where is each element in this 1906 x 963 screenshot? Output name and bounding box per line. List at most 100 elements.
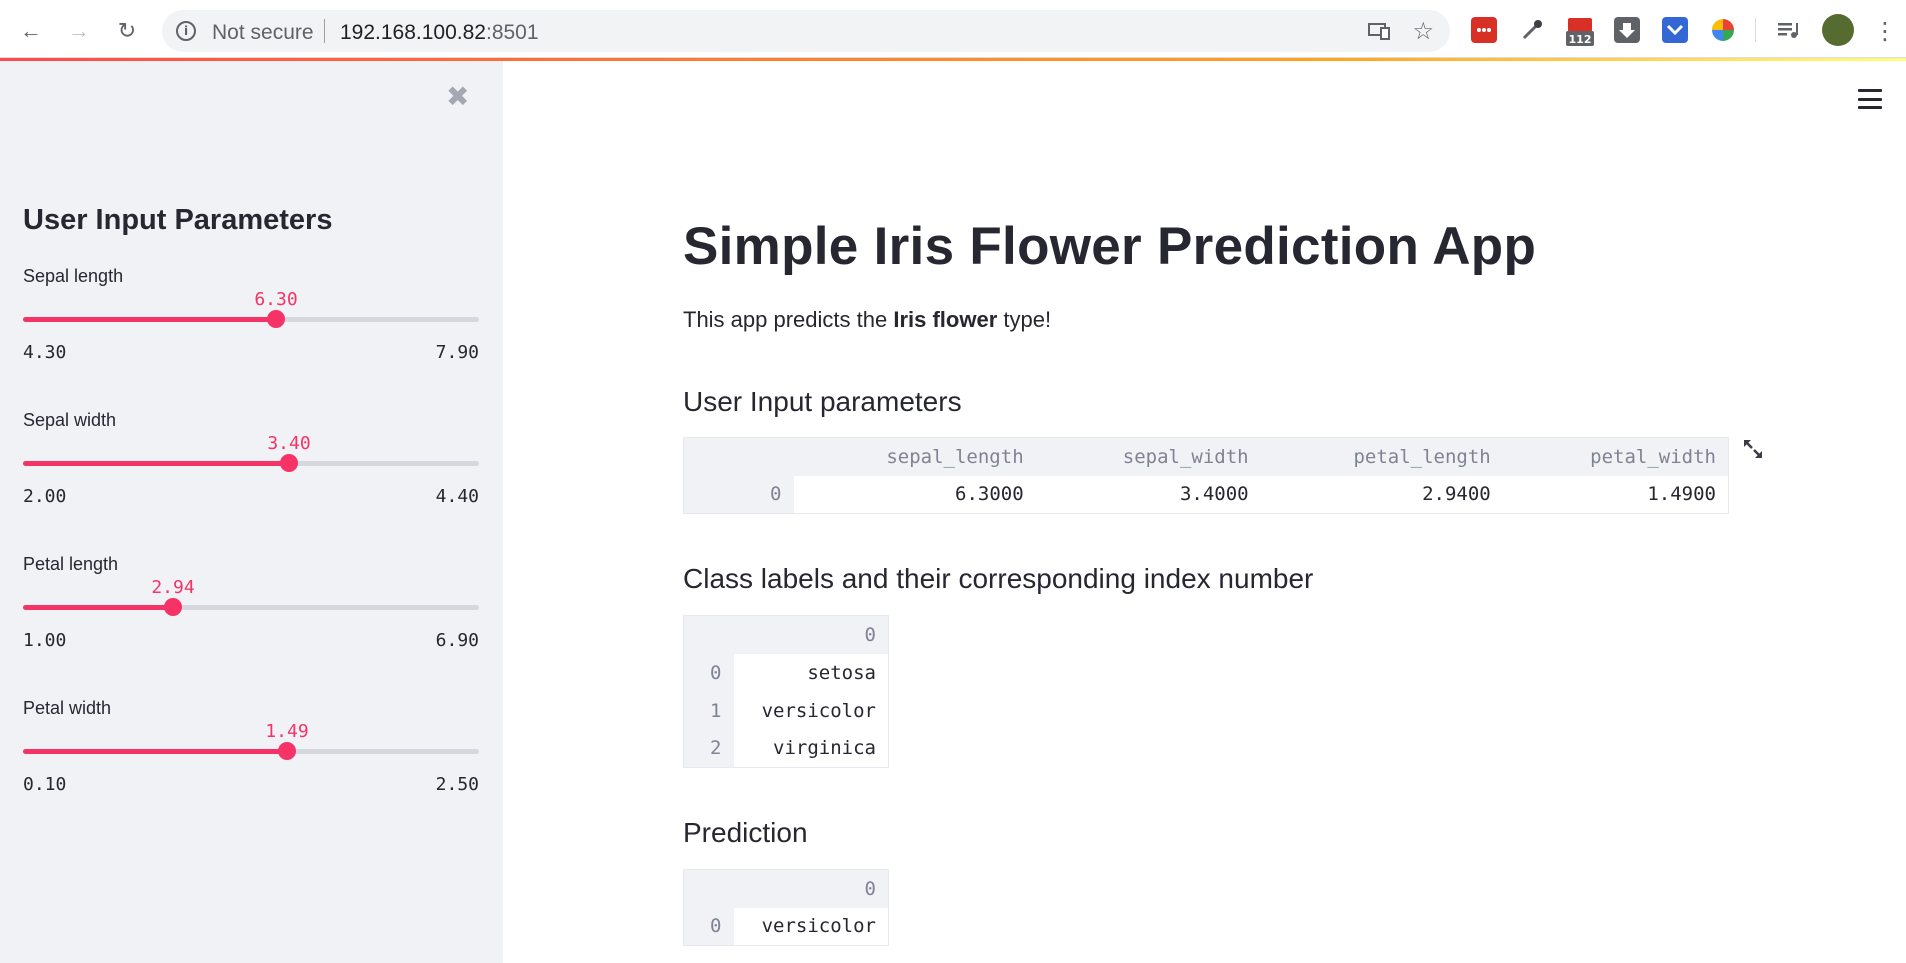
section-heading-classes: Class labels and their corresponding ind…	[683, 563, 1314, 594]
omnibox-divider	[324, 19, 325, 43]
slider-thumb[interactable]	[278, 742, 296, 760]
extension-badge-count: 112	[1569, 33, 1592, 46]
browser-menu-icon[interactable]: ⋮	[1868, 14, 1902, 48]
slider-track[interactable]	[23, 317, 479, 322]
slider-value: 2.94	[151, 577, 195, 598]
slider-value: 1.49	[265, 721, 309, 742]
bookmark-star-icon[interactable]: ☆	[1412, 17, 1434, 46]
slider-max: 7.90	[435, 342, 479, 363]
intro-text-end: type!	[997, 307, 1052, 332]
page-title: Simple Iris Flower Prediction App	[683, 217, 1537, 276]
back-arrow-icon[interactable]: ←	[14, 14, 48, 48]
reload-icon[interactable]: ↻	[110, 14, 144, 48]
slider-min: 1.00	[23, 630, 67, 651]
slider-petal-width[interactable]: Petal width 1.49 0.10 2.50	[23, 698, 479, 808]
browser-toolbar: ← → ↻ i Not secure 192.168.100.82:8501 ☆…	[0, 0, 1906, 58]
extension-eyedropper-icon[interactable]	[1519, 17, 1545, 43]
slider-label: Sepal length	[23, 266, 124, 286]
extension-pocket-icon[interactable]	[1662, 17, 1688, 43]
slider-track[interactable]	[23, 605, 479, 610]
slider-label: Sepal width	[23, 410, 117, 430]
table-column-header: sepal_width	[1035, 437, 1261, 476]
slider-min: 2.00	[23, 486, 67, 507]
table-row-index: 1	[683, 691, 734, 730]
profile-avatar[interactable]	[1822, 14, 1854, 46]
table-row: 0 6.3000 3.4000 2.9400 1.4900	[683, 475, 1729, 514]
intro-text-start: This app predicts the	[683, 307, 894, 332]
table-row: 0 setosa	[683, 653, 889, 692]
slider-max: 6.90	[435, 630, 479, 651]
table-row-index: 2	[683, 729, 734, 768]
table-cell: virginica	[733, 729, 889, 768]
table-index-header	[683, 869, 734, 908]
table-cell: 1.4900	[1502, 475, 1729, 514]
section-heading-prediction: Prediction	[683, 817, 808, 848]
sidebar-heading: User Input Parameters	[23, 204, 333, 236]
slider-fill	[23, 317, 276, 322]
table-header-row: 0	[683, 615, 889, 654]
url-host: 192.168.100.82	[340, 21, 486, 44]
sidebar: ✖ User Input Parameters Sepal length 6.3…	[0, 61, 503, 963]
table-index-header	[683, 437, 794, 476]
slider-fill	[23, 605, 173, 610]
table-column-header: 0	[733, 869, 889, 908]
table-row-index: 0	[683, 907, 734, 946]
slider-thumb[interactable]	[164, 598, 182, 616]
fullscreen-expand-icon[interactable]	[1741, 437, 1765, 461]
slider-sepal-length[interactable]: Sepal length 6.30 4.30 7.90	[23, 266, 479, 376]
slider-thumb[interactable]	[267, 310, 285, 328]
extension-lastpass-icon[interactable]	[1471, 17, 1497, 43]
extension-download-icon[interactable]	[1614, 17, 1640, 43]
slider-min: 0.10	[23, 774, 67, 795]
slider-track[interactable]	[23, 749, 479, 754]
close-sidebar-icon[interactable]: ✖	[446, 83, 469, 111]
table-cell: 2.9400	[1260, 475, 1503, 514]
prediction-table: 0 0 versicolor	[683, 869, 889, 946]
url-text[interactable]: 192.168.100.82:8501	[340, 21, 539, 45]
slider-fill	[23, 461, 289, 466]
table-row-index: 0	[683, 475, 794, 514]
table-column-header: petal_length	[1260, 437, 1503, 476]
cast-icon[interactable]	[1368, 22, 1390, 40]
slider-max: 4.40	[435, 486, 479, 507]
slider-label: Petal width	[23, 698, 112, 718]
slider-petal-length[interactable]: Petal length 2.94 1.00 6.90	[23, 554, 479, 664]
table-cell: versicolor	[733, 907, 889, 946]
table-cell: 6.3000	[793, 475, 1036, 514]
slider-thumb[interactable]	[280, 454, 298, 472]
table-row-index: 0	[683, 653, 734, 692]
table-row: 2 virginica	[683, 729, 889, 768]
intro-text: This app predicts the Iris flower type!	[683, 307, 1051, 333]
table-column-header: petal_width	[1502, 437, 1729, 476]
slider-fill	[23, 749, 287, 754]
section-heading-input: User Input parameters	[683, 386, 962, 417]
security-label: Not secure	[212, 21, 314, 44]
slider-value: 3.40	[267, 433, 311, 454]
url-port: :8501	[485, 21, 539, 44]
extension-gmail-counter-icon[interactable]: 112	[1565, 17, 1595, 46]
table-index-header	[683, 615, 734, 654]
table-row: 1 versicolor	[683, 691, 889, 730]
table-cell: setosa	[733, 653, 889, 692]
input-parameters-table: sepal_length sepal_width petal_length pe…	[683, 437, 1729, 514]
main-content: Simple Iris Flower Prediction App This a…	[503, 61, 1906, 963]
address-bar[interactable]: i Not secure 192.168.100.82:8501 ☆	[162, 10, 1450, 52]
slider-max: 2.50	[435, 774, 479, 795]
forward-arrow-icon[interactable]: →	[62, 14, 96, 48]
class-labels-table: 0 0 setosa 1 versicolor 2 virginica	[683, 615, 889, 768]
table-column-header: 0	[733, 615, 889, 654]
info-icon[interactable]: i	[176, 21, 196, 41]
extension-color-wheel-icon[interactable]	[1710, 17, 1736, 43]
intro-text-bold: Iris flower	[893, 307, 998, 332]
slider-track[interactable]	[23, 461, 479, 466]
hamburger-menu-icon[interactable]	[1858, 89, 1882, 109]
slider-value: 6.30	[254, 289, 298, 310]
slider-min: 4.30	[23, 342, 67, 363]
table-header-row: sepal_length sepal_width petal_length pe…	[683, 437, 1729, 476]
table-row: 0 versicolor	[683, 907, 889, 946]
table-cell: versicolor	[733, 691, 889, 730]
table-header-row: 0	[683, 869, 889, 908]
slider-sepal-width[interactable]: Sepal width 3.40 2.00 4.40	[23, 410, 479, 520]
toolbar-divider	[1755, 18, 1756, 42]
media-playlist-icon[interactable]	[1775, 17, 1801, 43]
